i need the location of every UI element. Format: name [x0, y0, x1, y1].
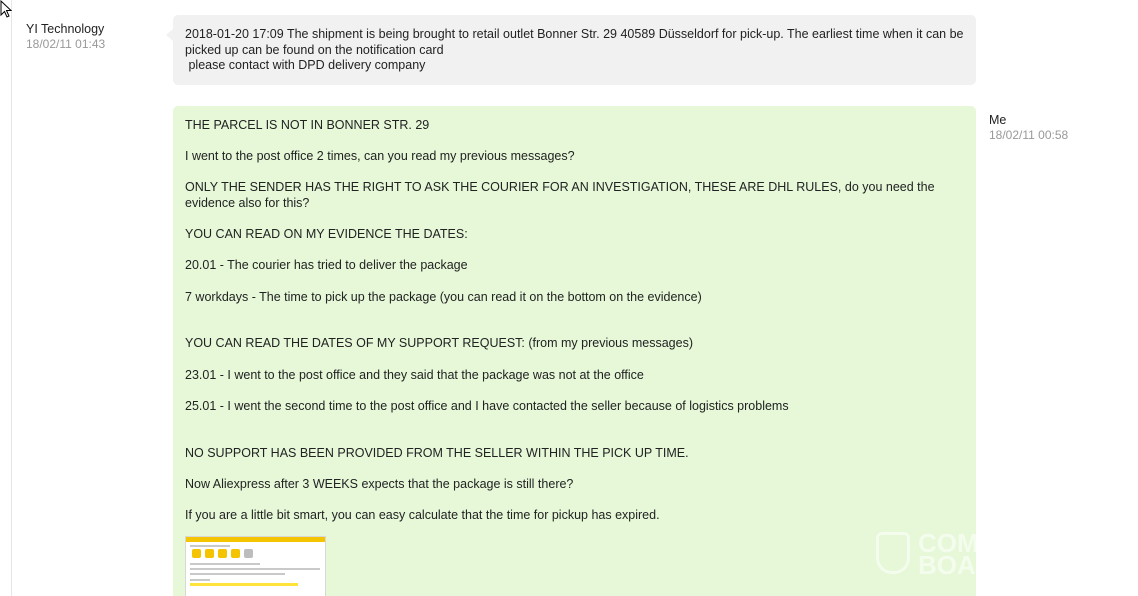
incoming-sender-time: 18/02/11 01:43	[26, 37, 106, 51]
message-line: I went to the post office 2 times, can y…	[185, 149, 575, 163]
outgoing-sender: Me 18/02/11 00:58	[989, 112, 1068, 143]
evidence-image-thumbnail[interactable]	[185, 536, 326, 596]
incoming-message-text: 2018-01-20 17:09 The shipment is being b…	[185, 27, 964, 72]
incoming-message-bubble: 2018-01-20 17:09 The shipment is being b…	[166, 15, 976, 85]
outgoing-message-bubble: THE PARCEL IS NOT IN BONNER STR. 29 I we…	[173, 106, 976, 596]
message-line: NO SUPPORT HAS BEEN PROVIDED FROM THE SE…	[185, 446, 689, 460]
shield-icon	[876, 532, 910, 574]
outgoing-sender-name: Me	[989, 113, 1007, 127]
message-line: 23.01 - I went to the post office and th…	[185, 368, 644, 382]
message-line: YOU CAN READ ON MY EVIDENCE THE DATES:	[185, 227, 468, 241]
message-line: 7 workdays - The time to pick up the pac…	[185, 290, 702, 304]
message-line: THE PARCEL IS NOT IN BONNER STR. 29	[185, 118, 430, 132]
message-line: 20.01 - The courier has tried to deliver…	[185, 258, 468, 272]
incoming-sender-name: YI Technology	[26, 22, 105, 36]
watermark-logo: COM BOA	[876, 530, 979, 580]
watermark-text: BOA	[918, 550, 976, 580]
message-line: If you are a little bit smart, you can e…	[185, 508, 660, 522]
message-line: 25.01 - I went the second time to the po…	[185, 399, 789, 413]
message-line: ONLY THE SENDER HAS THE RIGHT TO ASK THE…	[185, 180, 935, 210]
timeline-divider	[11, 0, 12, 596]
mouse-cursor-icon	[0, 0, 12, 18]
message-line: Now Aliexpress after 3 WEEKS expects tha…	[185, 477, 574, 491]
outgoing-sender-time: 18/02/11 00:58	[989, 128, 1069, 142]
incoming-sender: YI Technology 18/02/11 01:43	[26, 21, 105, 52]
message-line: YOU CAN READ THE DATES OF MY SUPPORT REQ…	[185, 336, 693, 350]
